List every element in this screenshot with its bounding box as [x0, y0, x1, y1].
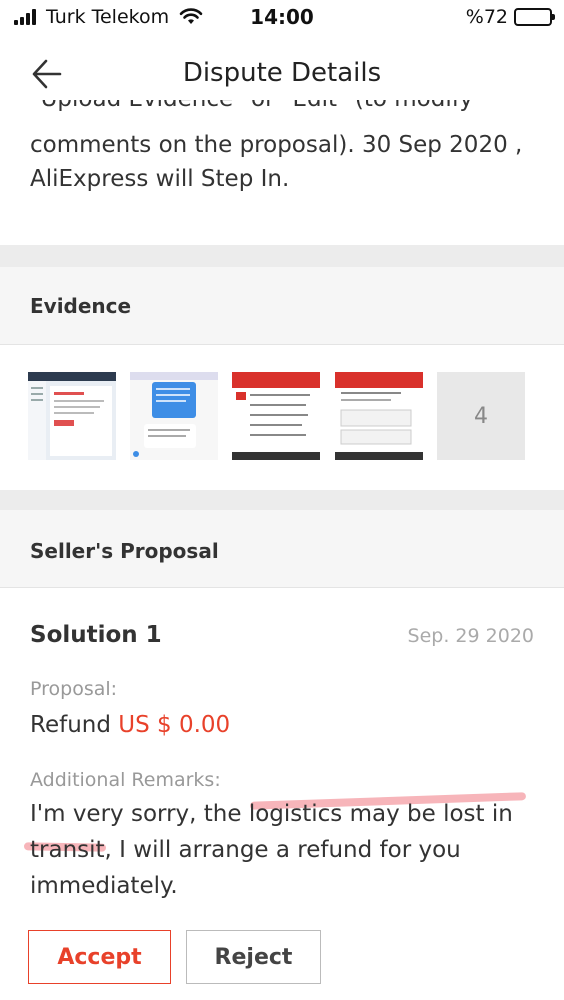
solution-date: Sep. 29 2020	[407, 625, 534, 647]
evidence-thumbnail-3[interactable]	[232, 372, 320, 460]
battery-icon	[514, 8, 555, 26]
solution-title: Solution 1	[30, 622, 162, 648]
evidence-thumbnail-4[interactable]	[335, 372, 423, 460]
refund-amount: US $ 0.00	[118, 712, 231, 738]
battery-percent: %72	[465, 6, 508, 28]
section-divider	[0, 245, 564, 267]
evidence-header: Evidence	[0, 267, 564, 345]
refund-label: Refund	[30, 712, 111, 738]
reject-button[interactable]: Reject	[186, 930, 321, 984]
intro-paragraph: comments on the proposal). 30 Sep 2020 ,…	[30, 132, 523, 192]
proposal-heading: Seller's Proposal	[30, 539, 219, 563]
section-divider	[0, 490, 564, 510]
evidence-heading: Evidence	[30, 294, 132, 318]
dispute-intro-text: "Upload Evidence" or "Edit" (to modify c…	[0, 100, 564, 245]
evidence-thumbnails: 4	[0, 345, 564, 490]
proposal-header: Seller's Proposal	[0, 510, 564, 588]
intro-cut-line: "Upload Evidence" or "Edit" (to modify	[30, 100, 473, 112]
evidence-thumbnail-2[interactable]	[130, 372, 218, 460]
remarks-text: I'm very sorry, the logistics may be los…	[30, 801, 513, 899]
battery-indicator: %72	[465, 6, 555, 28]
nav-header: Dispute Details	[0, 40, 564, 108]
evidence-thumbnail-1[interactable]	[28, 372, 116, 460]
accept-button[interactable]: Accept	[28, 930, 171, 984]
evidence-more-count[interactable]: 4	[437, 372, 525, 460]
proposal-label: Proposal:	[30, 678, 118, 700]
remarks-label: Additional Remarks:	[30, 769, 221, 791]
page-title: Dispute Details	[182, 58, 382, 88]
status-bar: Turk Telekom 14:00 %72	[0, 0, 564, 36]
seller-proposal-card: Solution 1 Sep. 29 2020 Proposal: Refund…	[0, 588, 564, 1000]
refund-line: Refund US $ 0.00	[30, 712, 230, 738]
